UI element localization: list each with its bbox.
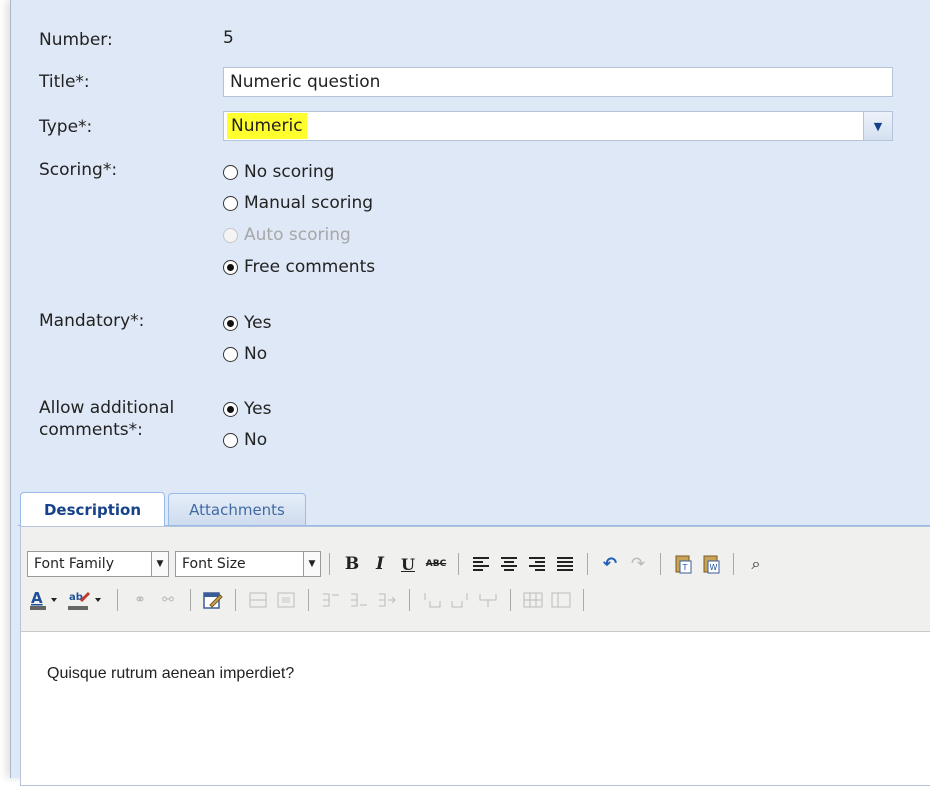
radio-label: Yes	[244, 399, 272, 419]
radio-label: No scoring	[244, 162, 335, 182]
scoring-option-manual-scoring[interactable]: Manual scoring	[223, 193, 373, 213]
align-left-icon[interactable]	[469, 552, 493, 576]
chevron-down-icon[interactable]: ▼	[863, 112, 892, 140]
mandatory-option-yes[interactable]: Yes	[223, 313, 271, 333]
radio-button[interactable]	[223, 164, 238, 180]
unlink-icon: ⚯	[162, 592, 174, 608]
table-row-props-icon	[246, 588, 270, 612]
radio-button-selected[interactable]	[223, 259, 238, 275]
radio-label: No	[244, 344, 268, 364]
number-label: Number:	[39, 30, 113, 50]
toolbar-separator	[190, 589, 191, 611]
radio-button[interactable]	[223, 346, 238, 362]
italic-icon[interactable]: I	[368, 552, 392, 576]
toolbar-separator	[660, 553, 661, 575]
redo-icon: ↷	[630, 554, 646, 574]
font-size-select-value: Font Size	[182, 556, 246, 572]
font-size-select[interactable]: Font Size ▼	[175, 551, 321, 577]
toolbar-separator	[583, 589, 584, 611]
allow-comments-label-line1: Allow additional	[39, 398, 175, 418]
toolbar-separator	[329, 553, 330, 575]
type-selected-value: Numeric	[227, 113, 307, 139]
svg-text:A: A	[31, 589, 43, 607]
undo-icon[interactable]: ↶	[598, 552, 622, 576]
edit-html-icon[interactable]	[201, 588, 225, 612]
text-color-icon[interactable]: A	[29, 588, 63, 612]
scoring-label: Scoring*:	[39, 160, 118, 180]
underline-icon[interactable]: U	[396, 552, 420, 576]
font-family-select-value: Font Family	[34, 556, 114, 572]
radio-button-disabled	[223, 227, 238, 243]
mandatory-option-no[interactable]: No	[223, 344, 267, 364]
toolbar-separator	[308, 589, 309, 611]
merge-cells-icon	[549, 588, 573, 612]
font-family-select[interactable]: Font Family ▼	[27, 551, 169, 577]
insert-col-after-icon	[448, 588, 472, 612]
tab-attachments[interactable]: Attachments	[168, 493, 306, 525]
allow-comments-label: Allow additional comments*:	[39, 397, 174, 441]
title-input-value: Numeric question	[230, 72, 381, 92]
radio-button[interactable]	[223, 195, 238, 211]
paste-word-icon[interactable]: W	[699, 552, 723, 576]
title-input[interactable]: Numeric question	[223, 67, 893, 97]
toolbar-separator	[117, 589, 118, 611]
radio-label: Auto scoring	[244, 225, 351, 245]
type-select[interactable]: Numeric ▼	[223, 111, 893, 141]
align-justify-icon[interactable]	[553, 552, 577, 576]
delete-row-icon	[375, 588, 399, 612]
delete-col-icon	[476, 588, 500, 612]
editor-toolbar: Font Family ▼ Font Size ▼ B I U ABC ↶ ↷ …	[21, 527, 930, 632]
svg-text:W: W	[710, 563, 718, 572]
editor-content[interactable]: Quisque rutrum aenean imperdiet?	[47, 665, 294, 683]
toolbar-separator	[733, 553, 734, 575]
strikethrough-icon[interactable]: ABC	[424, 552, 448, 576]
link-icon: ⚭	[134, 592, 146, 608]
radio-label: Manual scoring	[244, 193, 374, 213]
mandatory-label: Mandatory*:	[39, 311, 145, 331]
radio-label: Yes	[244, 313, 272, 333]
number-value: 5	[223, 28, 234, 48]
radio-button-selected[interactable]	[223, 315, 238, 331]
scoring-option-no-scoring[interactable]: No scoring	[223, 162, 334, 182]
toolbar-row-2: A ab ⚭ ⚯	[27, 585, 592, 615]
insert-col-before-icon	[420, 588, 444, 612]
tab-description[interactable]: Description	[20, 492, 165, 526]
type-label: Type*:	[39, 117, 93, 137]
align-center-icon[interactable]	[497, 552, 521, 576]
find-binoculars-icon[interactable]: ⌕	[744, 552, 768, 576]
insert-row-before-icon	[319, 588, 343, 612]
allow-comments-option-no[interactable]: No	[223, 430, 267, 450]
table-cell-props-icon	[274, 588, 298, 612]
toolbar-separator	[235, 589, 236, 611]
allow-comments-option-yes[interactable]: Yes	[223, 399, 271, 419]
rich-text-editor: Font Family ▼ Font Size ▼ B I U ABC ↶ ↷ …	[20, 526, 930, 786]
paste-text-icon[interactable]: T	[671, 552, 695, 576]
svg-text:T: T	[682, 563, 688, 572]
insert-row-after-icon	[347, 588, 371, 612]
radio-label: Free comments	[244, 257, 376, 277]
highlight-color-icon[interactable]: ab	[67, 588, 107, 612]
allow-comments-label-line2: comments*:	[39, 420, 143, 440]
chevron-down-icon: ▼	[151, 552, 168, 576]
chevron-down-icon: ▼	[303, 552, 320, 576]
bold-icon[interactable]: B	[340, 552, 364, 576]
scoring-option-free-comments[interactable]: Free comments	[223, 257, 375, 277]
toolbar-separator	[510, 589, 511, 611]
svg-text:ab: ab	[69, 592, 83, 603]
toolbar-separator	[587, 553, 588, 575]
toolbar-separator	[409, 589, 410, 611]
align-right-icon[interactable]	[525, 552, 549, 576]
title-label: Title*:	[39, 72, 90, 92]
radio-label: No	[244, 430, 268, 450]
toolbar-row-1: Font Family ▼ Font Size ▼ B I U ABC ↶ ↷ …	[27, 549, 770, 579]
scoring-option-auto-scoring: Auto scoring	[223, 225, 351, 245]
toolbar-separator	[458, 553, 459, 575]
radio-button[interactable]	[223, 432, 238, 448]
split-cells-icon	[521, 588, 545, 612]
radio-button-selected[interactable]	[223, 401, 238, 417]
